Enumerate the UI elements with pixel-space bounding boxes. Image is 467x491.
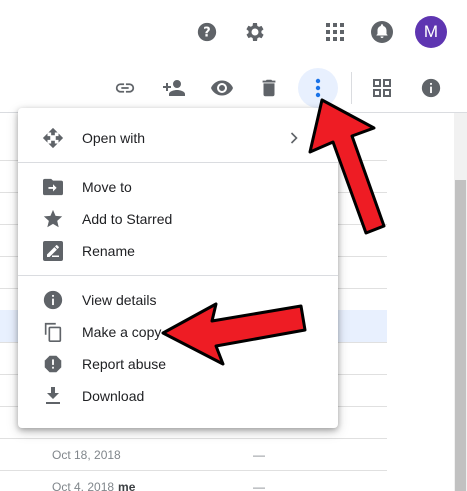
notifications-icon[interactable] [370, 20, 394, 44]
row-modified-by: me [118, 480, 136, 491]
menu-item-label: Rename [82, 243, 135, 259]
row-modified-date: Oct 18, 2018 [52, 448, 121, 462]
trash-icon[interactable] [257, 76, 281, 100]
help-icon[interactable]: ? [195, 20, 219, 44]
copy-icon [42, 321, 64, 343]
menu-item-rename[interactable]: Rename [18, 235, 338, 267]
grid-view-icon[interactable] [370, 76, 394, 100]
row-size: — [253, 448, 265, 462]
menu-item-label: Report abuse [82, 356, 167, 372]
chevron-right-icon [288, 132, 300, 144]
menu-item-view-details[interactable]: View details [18, 284, 338, 316]
download-icon [42, 385, 64, 407]
menu-divider [18, 275, 338, 276]
menu-item-download[interactable]: Download [18, 380, 338, 412]
menu-item-label: Make a copy [82, 324, 162, 340]
info-icon[interactable] [419, 76, 443, 100]
menu-item-label: Move to [82, 179, 132, 195]
star-icon [42, 208, 64, 230]
move-to-icon [42, 176, 64, 198]
toolbar-divider [351, 72, 352, 104]
report-icon [42, 353, 64, 375]
more-actions-button[interactable] [298, 68, 338, 108]
add-person-icon[interactable] [162, 76, 186, 100]
more-vert-icon [315, 78, 321, 98]
menu-item-make-a-copy[interactable]: Make a copy [18, 316, 338, 348]
menu-item-report-abuse[interactable]: Report abuse [18, 348, 338, 380]
row-modified-date: Oct 4, 2018 [52, 480, 115, 491]
row-size: — [253, 480, 265, 491]
menu-item-open-with[interactable]: Open with [18, 122, 338, 154]
menu-item-label: View details [82, 292, 157, 308]
table-row[interactable]: Oct 18, 2018 — [0, 439, 387, 471]
link-icon[interactable] [113, 76, 137, 100]
menu-item-move-to[interactable]: Move to [18, 171, 338, 203]
table-row[interactable]: Oct 4, 2018 me — [0, 471, 387, 491]
settings-icon[interactable] [243, 20, 267, 44]
menu-item-add-to-starred[interactable]: Add to Starred [18, 203, 338, 235]
avatar[interactable]: M [415, 16, 447, 48]
svg-text:?: ? [203, 26, 210, 41]
menu-item-label: Add to Starred [82, 211, 173, 227]
menu-divider [18, 162, 338, 163]
row-modified: Oct 4, 2018 me [52, 480, 135, 491]
avatar-letter: M [423, 22, 439, 41]
info-icon [42, 289, 64, 311]
apps-icon[interactable] [323, 20, 347, 44]
rename-icon [42, 240, 64, 262]
scrollbar-thumb[interactable] [455, 180, 466, 491]
menu-item-label: Open with [82, 130, 146, 146]
preview-icon[interactable] [210, 76, 234, 100]
menu-item-label: Download [82, 388, 145, 404]
context-menu: Open with Move to Add to Starred Rename … [18, 108, 338, 428]
open-with-icon [42, 127, 64, 149]
